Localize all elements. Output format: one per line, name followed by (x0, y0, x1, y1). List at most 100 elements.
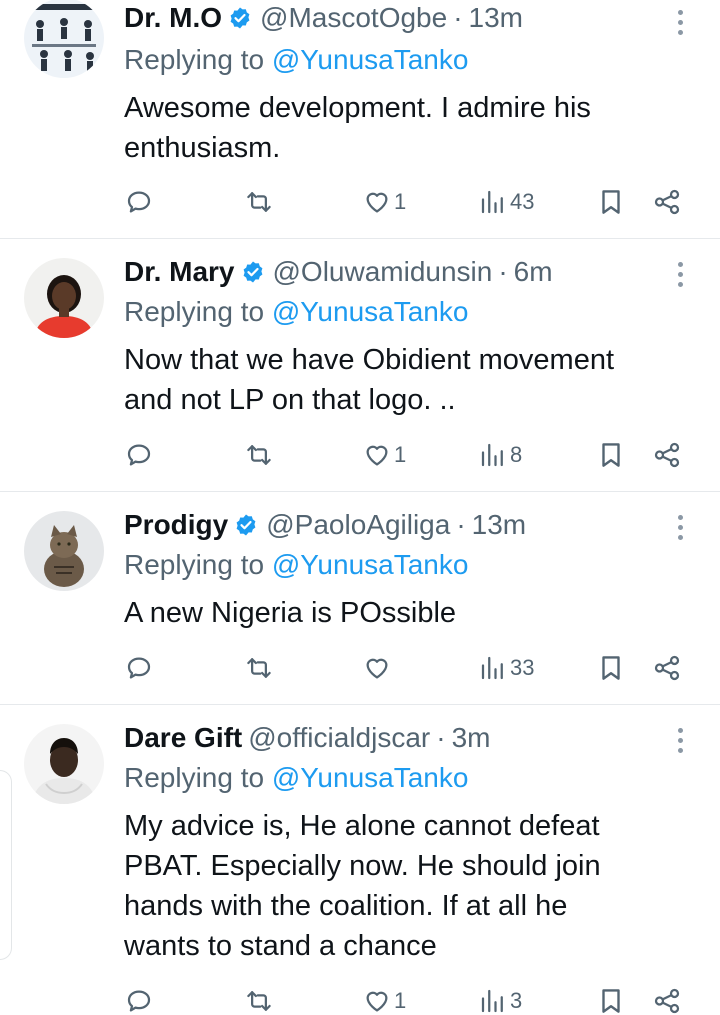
separator-dot: · (498, 256, 508, 287)
bookmark-button[interactable] (596, 648, 626, 688)
verified-badge-icon (236, 514, 256, 536)
like-count: 1 (394, 189, 407, 214)
view-count: 43 (510, 189, 535, 214)
like-button[interactable]: 1 (362, 435, 406, 475)
timestamp[interactable]: 13m (469, 2, 523, 34)
action-bar: 1 3 (0, 981, 720, 1015)
speech-bubble-icon (127, 990, 151, 1012)
repost-button[interactable] (244, 981, 276, 1015)
tweet-text: A new Nigeria is POssible (124, 593, 684, 633)
replying-label: Replying to (124, 762, 265, 793)
bookmark-button[interactable] (596, 182, 626, 222)
tweet-text: My advice is, He alone cannot defeat PBA… (124, 806, 684, 966)
share-button[interactable] (652, 648, 682, 688)
avatar[interactable] (24, 258, 104, 338)
like-count: 1 (394, 988, 407, 1013)
more-vertical-icon[interactable] (670, 720, 690, 760)
replying-to: Replying to @YunusaTanko (124, 44, 468, 76)
tweet-divider (0, 704, 720, 705)
action-bar: 33 (0, 648, 720, 688)
display-name[interactable]: Prodigy (124, 509, 228, 541)
like-button[interactable]: 1 (362, 981, 406, 1015)
reply-button[interactable] (124, 648, 156, 688)
mention-link[interactable]: @YunusaTanko (272, 296, 469, 327)
tweet-text: Awesome development. I admire his enthus… (124, 88, 684, 168)
share-button[interactable] (652, 435, 682, 475)
tweet-divider (0, 238, 720, 239)
heart-icon (366, 445, 388, 466)
view-count: 8 (510, 442, 523, 467)
repost-button[interactable] (244, 435, 276, 475)
action-bar: 1 8 (0, 435, 720, 475)
speech-bubble-icon (127, 657, 151, 679)
timestamp[interactable]: 3m (452, 722, 491, 754)
user-handle[interactable]: @PaoloAgiliga (266, 509, 450, 541)
tweet-text-line: enthusiasm. (124, 132, 281, 164)
share-button[interactable] (652, 981, 682, 1015)
repost-button[interactable] (244, 182, 276, 222)
share-icon (654, 442, 680, 468)
bar-chart-icon (481, 656, 503, 680)
share-icon (654, 189, 680, 215)
replying-to: Replying to @YunusaTanko (124, 296, 468, 328)
tweet-text-line: and not LP on that logo. .. (124, 384, 456, 416)
mention-link[interactable]: @YunusaTanko (272, 44, 469, 75)
user-handle[interactable]: @MascotOgbe (260, 2, 447, 34)
separator-dot: · (436, 722, 446, 753)
bar-chart-icon (481, 443, 503, 467)
bookmark-icon (602, 989, 620, 1013)
mention-link[interactable]: @YunusaTanko (272, 549, 469, 580)
bookmark-button[interactable] (596, 981, 626, 1015)
view-count: 3 (510, 988, 523, 1013)
avatar[interactable] (24, 0, 104, 78)
bookmark-icon (602, 190, 620, 214)
replying-label: Replying to (124, 44, 265, 75)
more-vertical-icon[interactable] (670, 254, 690, 294)
repost-button[interactable] (244, 648, 276, 688)
tweet-text-line: A new Nigeria is POssible (124, 597, 457, 629)
display-name[interactable]: Dare Gift (124, 722, 242, 754)
heart-icon (366, 192, 388, 213)
verified-badge-icon (230, 7, 250, 29)
display-name[interactable]: Dr. M.O (124, 2, 222, 34)
timestamp[interactable]: 13m (472, 509, 526, 541)
heart-icon (366, 658, 388, 679)
share-icon (654, 655, 680, 681)
heart-icon (366, 991, 388, 1012)
user-handle[interactable]: @officialdjscar (248, 722, 430, 754)
like-button[interactable]: 1 (362, 182, 406, 222)
tweet-divider (0, 491, 720, 492)
views-button[interactable]: 3 (478, 981, 522, 1015)
speech-bubble-icon (127, 191, 151, 213)
views-button[interactable]: 33 (478, 648, 534, 688)
bookmark-button[interactable] (596, 435, 626, 475)
views-button[interactable]: 8 (478, 435, 522, 475)
avatar[interactable] (24, 511, 104, 591)
display-name[interactable]: Dr. Mary (124, 256, 235, 288)
timestamp[interactable]: 6m (514, 256, 553, 288)
replying-label: Replying to (124, 549, 265, 580)
reply-button[interactable] (124, 981, 156, 1015)
user-handle[interactable]: @Oluwamidunsin (273, 256, 493, 288)
action-bar: 1 43 (0, 182, 720, 222)
replying-to: Replying to @YunusaTanko (124, 762, 468, 794)
tweet-text-line: Awesome development. I admire his (124, 92, 591, 124)
bar-chart-icon (481, 190, 503, 214)
repost-arrows-icon (247, 192, 271, 212)
side-panel-edge (0, 770, 12, 960)
reply-button[interactable] (124, 182, 156, 222)
more-vertical-icon[interactable] (670, 507, 690, 547)
share-button[interactable] (652, 182, 682, 222)
bookmark-icon (602, 443, 620, 467)
replying-to: Replying to @YunusaTanko (124, 549, 468, 581)
mention-link[interactable]: @YunusaTanko (272, 762, 469, 793)
like-button[interactable] (362, 648, 394, 688)
avatar[interactable] (24, 724, 104, 804)
views-button[interactable]: 43 (478, 182, 534, 222)
reply-button[interactable] (124, 435, 156, 475)
more-vertical-icon[interactable] (670, 2, 690, 42)
replying-label: Replying to (124, 296, 265, 327)
bookmark-icon (602, 656, 620, 680)
tweet-text-line: Now that we have Obidient movement (124, 344, 615, 376)
repost-arrows-icon (247, 445, 271, 465)
